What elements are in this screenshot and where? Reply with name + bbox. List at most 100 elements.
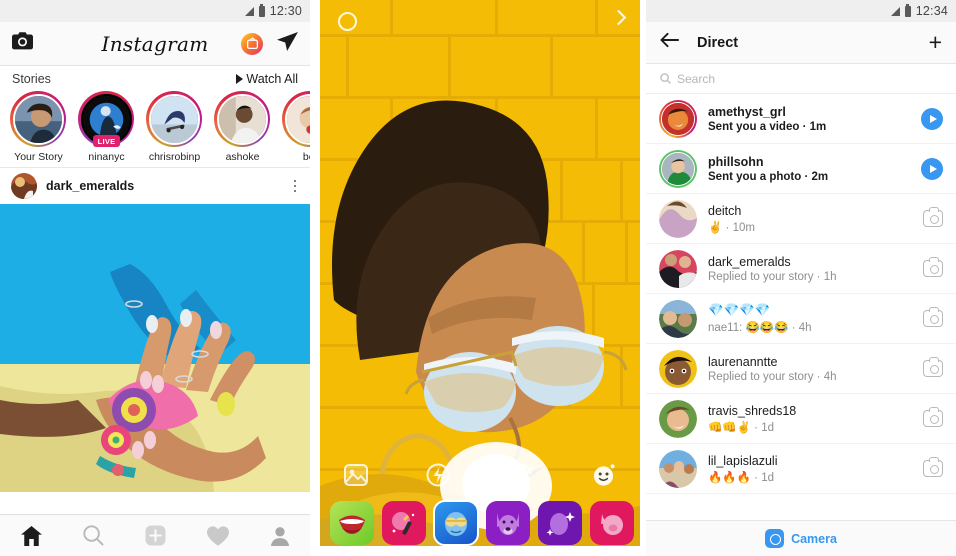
list-item[interactable]: dark_emeralds Replied to your story · 1h: [646, 244, 956, 294]
camera-icon[interactable]: [12, 32, 33, 55]
flash-icon[interactable]: [426, 463, 450, 492]
page-title: Direct: [697, 34, 739, 51]
post-username[interactable]: dark_emeralds: [46, 179, 134, 193]
avatar: [216, 93, 268, 145]
heart-icon[interactable]: [206, 525, 229, 546]
instagram-feed-screen: 12:30 Instagram Stories Watch All Your S…: [0, 0, 310, 556]
list-item[interactable]: travis_shreds18 👊👊✌️ · 1d: [646, 394, 956, 444]
add-post-icon[interactable]: [144, 525, 166, 546]
thread-username: lil_lapislazuli: [708, 453, 778, 468]
avatar[interactable]: [659, 199, 697, 238]
thread-username: phillsohn: [708, 154, 764, 169]
list-item[interactable]: amethyst_grl Sent you a video · 1m: [646, 94, 956, 144]
camera-tools-row[interactable]: [320, 460, 640, 494]
avatar[interactable]: [659, 149, 697, 188]
story-ring-icon[interactable]: [338, 12, 357, 31]
igtv-icon[interactable]: [241, 32, 263, 55]
watch-all-button[interactable]: Watch All: [236, 72, 298, 86]
camera-button[interactable]: [923, 457, 943, 477]
story-item-ber[interactable]: ber: [282, 91, 310, 163]
thread-username: laurenanntte: [708, 354, 778, 369]
camera-button[interactable]: [923, 357, 943, 377]
thread-username: dark_emeralds: [708, 254, 791, 269]
stories-title: Stories: [12, 72, 51, 86]
direct-header: Direct +: [646, 22, 956, 64]
search-icon: [660, 73, 671, 84]
story-item-chrisrobinp[interactable]: chrisrobinp: [146, 91, 203, 163]
avatar[interactable]: [659, 349, 697, 388]
camera-button[interactable]: [923, 257, 943, 277]
thread-preview: nae11: 😂😂😂 · 4h: [708, 322, 812, 334]
camera-button[interactable]: [923, 307, 943, 327]
story-item-ashoke[interactable]: ashoke: [214, 91, 271, 163]
list-item[interactable]: deitch ✌️ · 10m: [646, 194, 956, 244]
signal-triangle-icon: [890, 6, 900, 16]
thread-preview: Replied to your story · 1h: [708, 270, 837, 283]
avatar[interactable]: [659, 449, 697, 488]
thread-preview: Sent you a video · 1m: [708, 120, 827, 133]
play-button[interactable]: [921, 107, 943, 130]
thread-username: amethyst_grl: [708, 104, 786, 119]
filter-sparkle[interactable]: [538, 501, 582, 545]
story-ring: [146, 91, 202, 147]
signal-triangle-icon: [244, 6, 254, 16]
search-input[interactable]: Search: [646, 64, 956, 94]
avatar[interactable]: [659, 99, 697, 138]
thread-username: travis_shreds18: [708, 403, 797, 418]
filter-carousel[interactable]: [320, 498, 640, 548]
filter-lips[interactable]: [330, 501, 374, 545]
three-phone-screenshots: 12:30 Instagram Stories Watch All Your S…: [0, 0, 956, 556]
search-icon[interactable]: [82, 525, 104, 546]
story-ring: [282, 91, 310, 147]
direct-thread-list[interactable]: amethyst_grl Sent you a video · 1m phill…: [646, 94, 956, 494]
plus-icon[interactable]: +: [929, 31, 942, 54]
story-ring: [10, 91, 66, 147]
post-image[interactable]: [0, 204, 310, 492]
thread-preview: 👊👊✌️ · 1d: [708, 421, 774, 434]
rotate-camera-icon[interactable]: [508, 462, 534, 491]
camera-footer-button[interactable]: Camera: [646, 520, 956, 556]
profile-icon[interactable]: [270, 526, 290, 546]
story-username: ninanyc: [88, 151, 125, 163]
story-username: ber: [302, 151, 310, 163]
status-bar-feed: 12:30: [0, 0, 310, 22]
bottom-safe-area: [320, 546, 640, 556]
gallery-icon[interactable]: [344, 463, 368, 491]
camera-button[interactable]: [923, 407, 943, 427]
camera-label: Camera: [791, 531, 837, 546]
stories-list[interactable]: Your Story LIVE ninanyc chrisrobinp asho…: [0, 91, 310, 163]
avatar: [148, 93, 200, 145]
filter-pig[interactable]: [590, 501, 634, 545]
camera-icon: [765, 529, 785, 548]
status-bar-time: 12:34: [915, 4, 948, 18]
bottom-tab-bar[interactable]: [0, 514, 310, 556]
thread-preview: Replied to your story · 4h: [708, 370, 837, 383]
battery-icon: [258, 3, 265, 17]
face-filter-icon[interactable]: [592, 463, 616, 492]
status-bar-direct: 12:34: [646, 0, 956, 22]
avatar[interactable]: [659, 399, 697, 438]
thread-username: 💎💎💎💎: [708, 303, 771, 317]
avatar[interactable]: [659, 249, 697, 288]
story-username: ashoke: [225, 151, 260, 163]
list-item[interactable]: 💎💎💎💎 nae11: 😂😂😂 · 4h: [646, 294, 956, 344]
filter-makeup[interactable]: [382, 501, 426, 545]
list-item[interactable]: phillsohn Sent you a photo · 2m: [646, 144, 956, 194]
list-item[interactable]: laurenanntte Replied to your story · 4h: [646, 344, 956, 394]
live-badge: LIVE: [92, 135, 121, 147]
avatar[interactable]: [11, 173, 37, 199]
avatar[interactable]: [659, 299, 697, 338]
status-bar-time: 12:30: [269, 4, 302, 18]
story-item-your-story[interactable]: Your Story: [10, 91, 67, 163]
back-arrow-icon[interactable]: [660, 32, 679, 53]
play-button[interactable]: [921, 157, 943, 180]
filter-sunglasses[interactable]: [433, 500, 479, 546]
filter-dog[interactable]: [486, 501, 530, 545]
thread-preview: ✌️ · 10m: [708, 221, 755, 234]
more-options-icon[interactable]: [293, 179, 300, 193]
list-item[interactable]: lil_lapislazuli 🔥🔥🔥 · 1d: [646, 444, 956, 494]
home-icon[interactable]: [20, 525, 42, 546]
paper-plane-icon[interactable]: [277, 31, 298, 56]
story-item-ninanyc[interactable]: LIVE ninanyc: [78, 91, 135, 163]
camera-button[interactable]: [923, 207, 943, 227]
